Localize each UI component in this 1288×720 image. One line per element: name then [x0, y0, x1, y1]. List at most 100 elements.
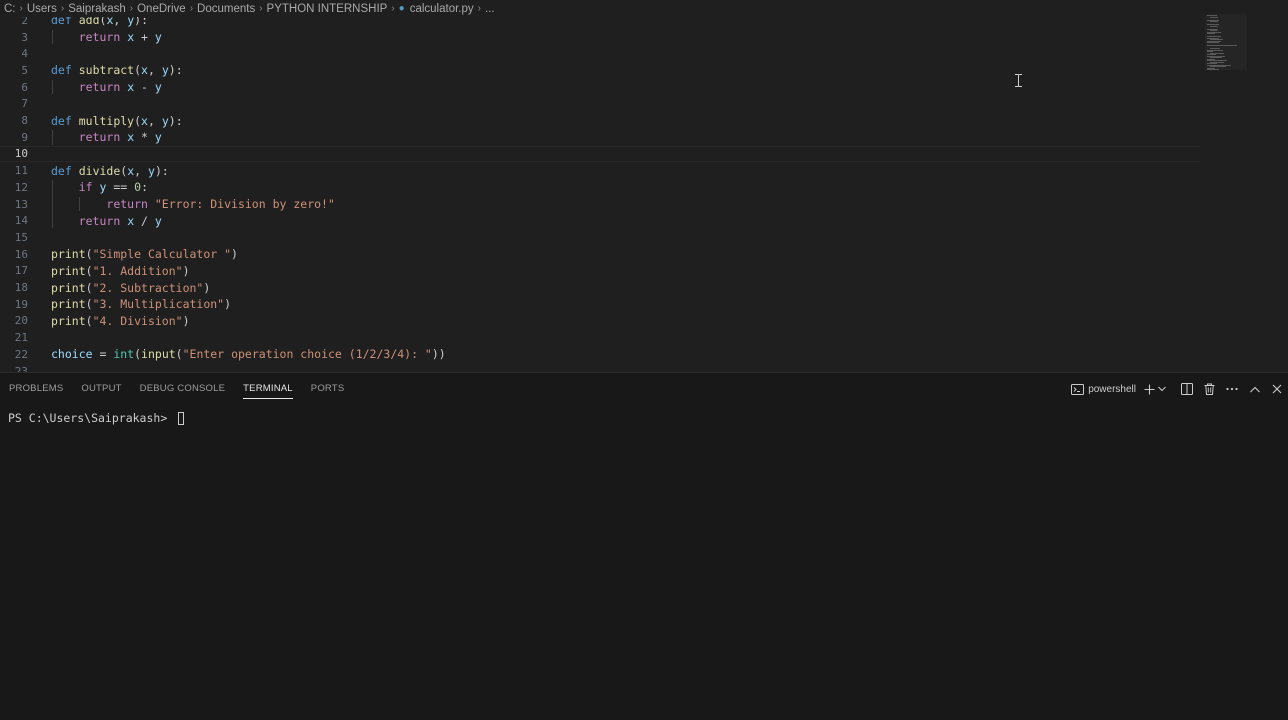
line-number: 16: [14, 247, 28, 261]
breadcrumb-item[interactable]: Documents: [197, 3, 255, 15]
minimap-line: [1207, 69, 1219, 70]
code-line[interactable]: 3 return x + y: [0, 29, 1200, 46]
text-cursor-icon: [1015, 74, 1022, 87]
line-number: 20: [14, 314, 28, 328]
code-token: y: [154, 130, 162, 145]
breadcrumb-item[interactable]: Saiprakash: [68, 3, 126, 15]
breadcrumb: C: › Users › Saiprakash › OneDrive › Documents › P…: [0, 0, 1288, 17]
code-line[interactable]: 11 def divide(x, y):: [0, 162, 1200, 179]
breadcrumb-item[interactable]: PYTHON INTERNSHIP: [267, 3, 388, 15]
kill-terminal-button[interactable]: [1198, 373, 1220, 405]
code-token: ):: [154, 163, 169, 178]
code-line[interactable]: 7: [0, 96, 1200, 113]
more-actions-button[interactable]: [1220, 373, 1244, 405]
code-line[interactable]: 10: [0, 145, 1200, 163]
code-line[interactable]: 4: [0, 45, 1200, 62]
code-token: ): [182, 313, 190, 328]
code-line[interactable]: 12 if y == 0:: [0, 179, 1200, 196]
vscode-window: 2 def add(x, y): 3 return x + y 4 5 def subtr…: [0, 0, 1288, 720]
code-text: def divide(x, y):: [51, 164, 169, 178]
code-text: return x / y: [51, 214, 162, 228]
new-terminal-button[interactable]: [1142, 373, 1156, 405]
code-token: "Simple Calculator ": [92, 247, 232, 262]
minimap-line: [1207, 45, 1237, 46]
line-number: 8: [21, 114, 28, 128]
code-line[interactable]: 14 return x / y: [0, 212, 1200, 229]
minimap-line: [1210, 21, 1218, 22]
code-line[interactable]: 19 print("3. Multiplication"): [0, 296, 1200, 313]
minimap-line: [1210, 25, 1218, 27]
terminal-shell-button[interactable]: powershell: [1065, 373, 1142, 405]
code-token: (: [134, 63, 142, 78]
code-text: return x * y: [51, 130, 162, 144]
code-token: choice: [51, 347, 93, 362]
line-number: 4: [21, 47, 28, 61]
code-line[interactable]: 8 def multiply(x, y):: [0, 112, 1200, 129]
split-terminal-button[interactable]: [1176, 373, 1198, 405]
code-token: y: [148, 163, 155, 178]
code-text: return x - y: [51, 80, 162, 94]
line-number: 21: [14, 331, 28, 345]
code-token: )): [431, 347, 446, 362]
code-token: return: [106, 197, 148, 212]
code-token: x: [141, 113, 148, 128]
code-token: print: [51, 263, 86, 278]
code-token: def: [51, 163, 72, 178]
terminal-profile-dropdown[interactable]: [1156, 373, 1168, 405]
code-token: (: [134, 113, 142, 128]
code-line[interactable]: 23: [0, 363, 1200, 372]
code-token: return: [78, 213, 121, 228]
code-token: (: [85, 280, 93, 295]
code-token: y: [161, 113, 169, 128]
close-panel-button[interactable]: [1266, 373, 1288, 405]
chevron-up-icon: [1250, 386, 1260, 392]
indent-guide: [52, 129, 53, 145]
chevron-right-icon: ›: [189, 3, 194, 14]
code-line[interactable]: 9 return x * y: [0, 129, 1200, 146]
code-token: print: [51, 313, 86, 328]
tab-debug-console[interactable]: DEBUG CONSOLE: [131, 373, 234, 405]
trash-icon: [1204, 383, 1214, 395]
tab-terminal[interactable]: TERMINAL: [234, 373, 302, 405]
code-token: ==: [106, 180, 135, 195]
tab-problems[interactable]: PROBLEMS: [0, 373, 72, 405]
line-number: 6: [21, 80, 28, 94]
breadcrumb-item[interactable]: OneDrive: [137, 3, 186, 15]
breadcrumb-file[interactable]: calculator.py: [410, 3, 474, 15]
terminal-prompt: PS C:\Users\Saiprakash>: [8, 411, 175, 425]
code-line[interactable]: 18 print("2. Subtraction"): [0, 279, 1200, 296]
code-line[interactable]: 15: [0, 229, 1200, 246]
line-number: 14: [14, 214, 28, 228]
code-editor[interactable]: 2 def add(x, y): 3 return x + y 4 5 def subtr…: [0, 12, 1210, 372]
code-token: -: [134, 80, 155, 95]
line-number: 13: [14, 197, 28, 211]
chevron-right-icon: ›: [60, 3, 65, 14]
panel-actions: powershell: [1065, 373, 1288, 405]
code-line[interactable]: 22 choice = int(input("Enter operation ch…: [0, 346, 1200, 363]
code-line[interactable]: 16 print("Simple Calculator "): [0, 246, 1200, 263]
code-text: print("1. Addition"): [51, 264, 190, 278]
breadcrumb-item[interactable]: Users: [27, 3, 57, 15]
code-line[interactable]: 20 print("4. Division"): [0, 313, 1200, 330]
tab-output[interactable]: OUTPUT: [72, 373, 130, 405]
minimap-line: [1207, 42, 1219, 43]
tab-ports[interactable]: PORTS: [302, 373, 354, 405]
maximize-panel-button[interactable]: [1244, 373, 1266, 405]
code-text: def multiply(x, y):: [51, 114, 183, 128]
indent-guide: [52, 180, 53, 229]
code-token: y: [161, 63, 169, 78]
shell-label: powershell: [1088, 383, 1136, 395]
breadcrumb-item[interactable]: C:: [4, 3, 16, 15]
breadcrumb-more[interactable]: ...: [485, 3, 495, 15]
code-line[interactable]: 13 return "Error: Division by zero!": [0, 196, 1200, 213]
code-line[interactable]: 21: [0, 329, 1200, 346]
terminal-output[interactable]: PS C:\Users\Saiprakash>: [8, 411, 185, 425]
minimap[interactable]: [1207, 15, 1252, 70]
code-token: ):: [168, 113, 183, 128]
chevron-right-icon: ›: [19, 3, 23, 14]
line-number: 12: [14, 180, 28, 194]
code-line[interactable]: 17 print("1. Addition"): [0, 263, 1200, 280]
